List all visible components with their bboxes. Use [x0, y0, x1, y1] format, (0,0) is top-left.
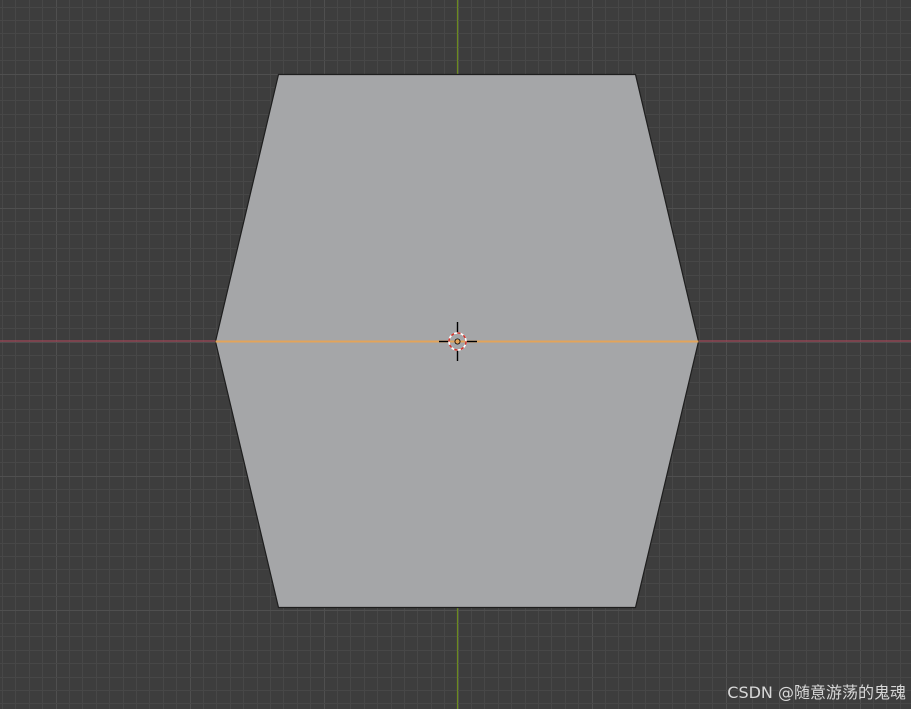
viewport-canvas[interactable]: [0, 0, 911, 709]
watermark-text: CSDN @随意游荡的鬼魂: [727, 683, 906, 702]
3d-viewport[interactable]: CSDN @随意游荡的鬼魂: [0, 0, 911, 709]
object-origin-icon: [454, 338, 461, 345]
